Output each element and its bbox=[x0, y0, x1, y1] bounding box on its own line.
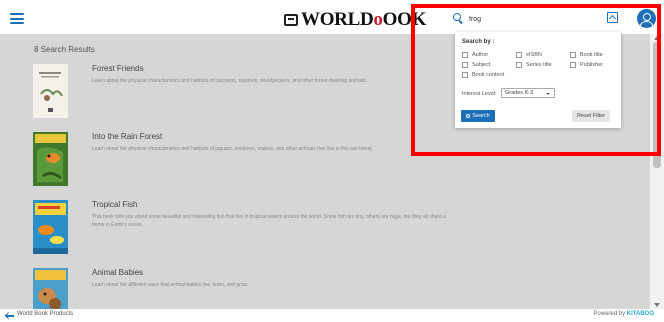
checkbox-icon[interactable] bbox=[570, 62, 576, 68]
result-title[interactable]: Into the Rain Forest bbox=[92, 132, 162, 141]
checkbox-icon[interactable] bbox=[570, 52, 576, 58]
back-link[interactable]: World Book Products bbox=[17, 311, 73, 317]
book-cover-into-the-rain-forest[interactable] bbox=[33, 132, 68, 186]
reset-filter-button[interactable]: Reset Filter bbox=[572, 110, 610, 122]
result-title[interactable]: Forest Friends bbox=[92, 64, 144, 73]
chevron-down-icon bbox=[546, 92, 550, 95]
vertical-scrollbar[interactable] bbox=[650, 34, 664, 309]
hamburger-menu-icon[interactable] bbox=[10, 13, 24, 24]
search-filter-panel: Search by : Author eISBN Book title Subj… bbox=[455, 32, 621, 128]
search-input[interactable] bbox=[469, 12, 629, 26]
interest-level-select[interactable]: Grades K-3 bbox=[501, 88, 555, 98]
result-description: Learn about the different ways that anim… bbox=[92, 282, 249, 288]
logo-mark-icon bbox=[284, 14, 298, 26]
result-description: Learn about the physical characteristics… bbox=[92, 78, 368, 84]
search-icon[interactable] bbox=[453, 13, 464, 24]
checkbox-icon[interactable] bbox=[462, 52, 468, 58]
world-book-logo[interactable]: WORLDoOOK bbox=[284, 9, 427, 30]
result-description: This book tells you about some beautiful… bbox=[92, 214, 446, 228]
result-description: Learn about the physical characteristics… bbox=[92, 146, 373, 152]
checkbox-icon[interactable] bbox=[516, 52, 522, 58]
book-cover-forest-friends[interactable] bbox=[33, 64, 68, 118]
scroll-down-arrow-icon[interactable] bbox=[654, 303, 660, 307]
result-title[interactable]: Tropical Fish bbox=[92, 200, 138, 209]
checkbox-icon[interactable] bbox=[462, 72, 468, 78]
interest-level-label: Interest Level: bbox=[462, 91, 497, 97]
powered-by-label: Powered by KITABOO bbox=[593, 311, 654, 317]
checkbox-icon[interactable] bbox=[516, 62, 522, 68]
back-arrow-icon[interactable] bbox=[4, 312, 14, 319]
result-title[interactable]: Animal Babies bbox=[92, 268, 143, 277]
book-cover-animal-babies[interactable] bbox=[33, 268, 68, 309]
logo-text: WORLDoOOK bbox=[301, 9, 427, 30]
footer-bar: World Book Products Powered by KITABOO bbox=[0, 309, 664, 322]
checkbox-author[interactable]: Author bbox=[462, 52, 488, 58]
checkbox-book-content[interactable]: Book content bbox=[462, 72, 504, 78]
top-bar: WORLDoOOK bbox=[0, 0, 664, 34]
checkbox-icon[interactable] bbox=[462, 62, 468, 68]
scroll-up-arrow-icon[interactable] bbox=[654, 36, 660, 40]
scrollbar-thumb[interactable] bbox=[653, 42, 661, 168]
checkbox-series-title[interactable]: Series title bbox=[516, 62, 552, 68]
checkbox-book-title[interactable]: Book title bbox=[570, 52, 603, 58]
search-button[interactable]: Search bbox=[461, 110, 495, 122]
results-count: 8 Search Results bbox=[34, 45, 95, 54]
checkbox-eisbn[interactable]: eISBN bbox=[516, 52, 542, 58]
chevron-up-icon[interactable] bbox=[607, 12, 618, 23]
filter-heading: Search by : bbox=[462, 39, 495, 45]
checkbox-subject[interactable]: Subject bbox=[462, 62, 490, 68]
checkbox-publisher[interactable]: Publisher bbox=[570, 62, 603, 68]
book-cover-tropical-fish[interactable] bbox=[33, 200, 68, 254]
search-icon bbox=[466, 114, 471, 118]
user-avatar-icon[interactable] bbox=[637, 9, 656, 28]
